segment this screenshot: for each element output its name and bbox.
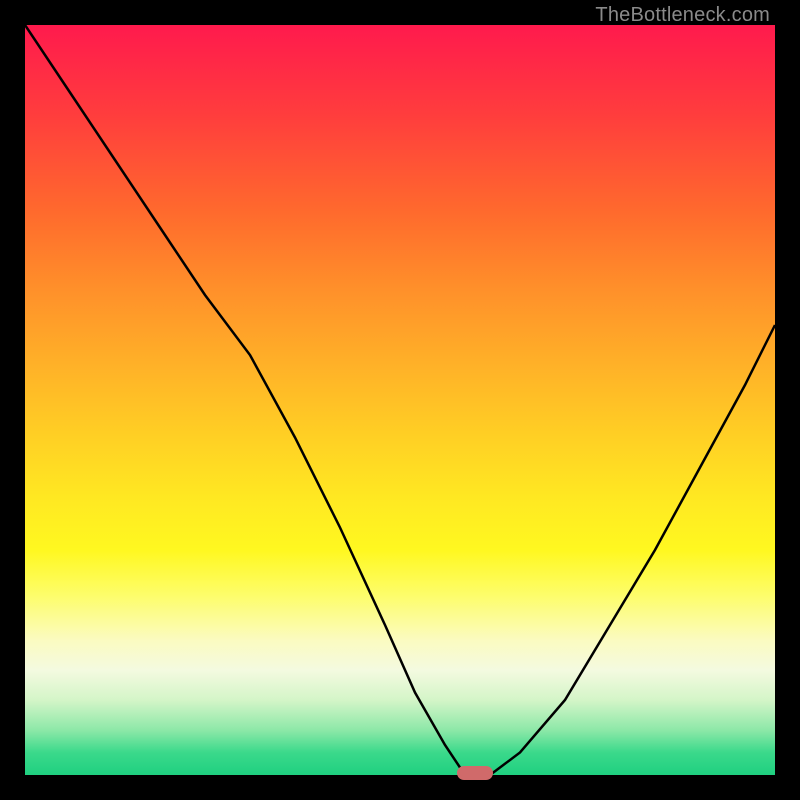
bottleneck-curve: [25, 25, 775, 775]
optimal-marker: [457, 766, 493, 780]
watermark-text: TheBottleneck.com: [595, 4, 770, 27]
chart-container: TheBottleneck.com: [0, 0, 800, 800]
plot-area: [25, 25, 775, 775]
